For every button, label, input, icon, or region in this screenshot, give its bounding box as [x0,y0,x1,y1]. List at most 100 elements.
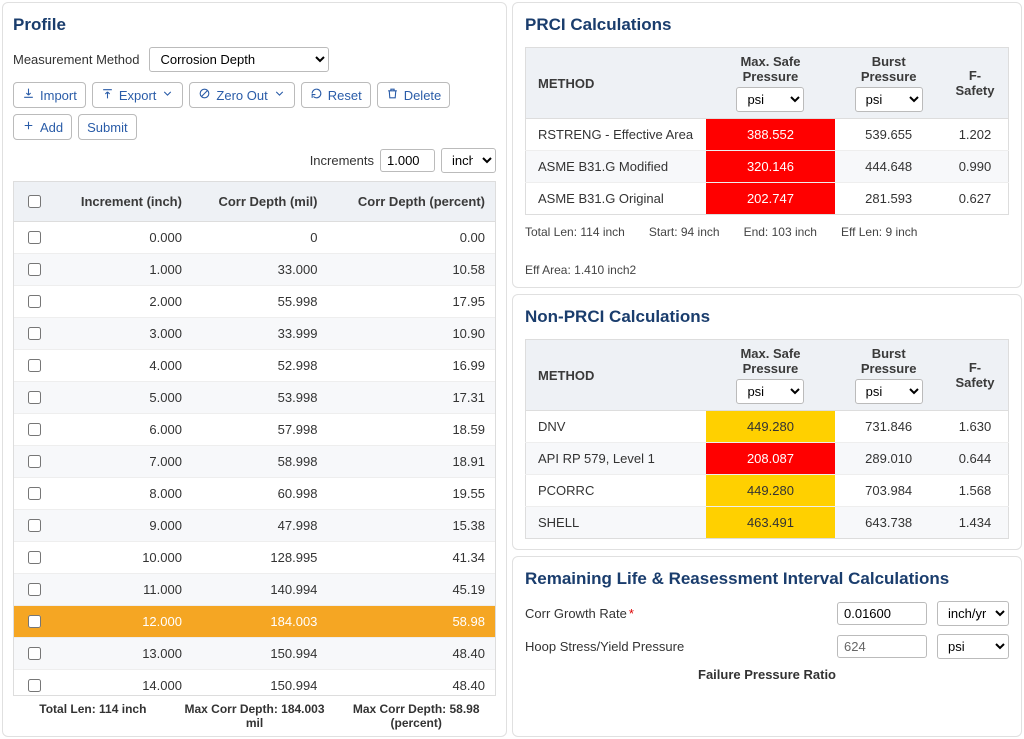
submit-button[interactable]: Submit [78,114,136,140]
row-checkbox[interactable] [28,615,41,628]
row-checkbox[interactable] [28,327,41,340]
row-checkbox[interactable] [28,263,41,276]
cell-corr-pct: 18.59 [327,414,495,446]
download-icon [22,87,35,103]
cell-corr-pct: 10.90 [327,318,495,350]
prci-summary: Total Len: 114 inch Start: 94 inch End: … [525,225,1009,277]
corr-rate-unit-select[interactable]: inch/yr [937,601,1009,626]
corr-rate-input[interactable] [837,602,927,625]
cell-safe-pressure: 202.747 [706,183,836,215]
cell-increment: 5.000 [54,382,192,414]
increments-input[interactable] [380,149,435,172]
col-fsafety: F-Safety [942,340,1009,411]
add-button[interactable]: Add [13,114,72,140]
cell-corr-mil: 52.998 [192,350,327,382]
measurement-method-select[interactable]: Corrosion Depth [149,47,329,72]
row-checkbox[interactable] [28,647,41,660]
table-row[interactable]: 4.00052.99816.99 [14,350,495,382]
zero-out-button[interactable]: Zero Out [189,82,294,108]
delete-button[interactable]: Delete [377,82,451,108]
cell-corr-mil: 150.994 [192,670,327,697]
cell-fsafety: 0.644 [942,443,1009,475]
prci-title: PRCI Calculations [525,15,1009,35]
row-checkbox[interactable] [28,583,41,596]
table-row[interactable]: 13.000150.99448.40 [14,638,495,670]
cell-corr-pct: 48.40 [327,670,495,697]
cell-method: ASME B31.G Modified [526,151,706,183]
cell-increment: 8.000 [54,478,192,510]
cell-corr-pct: 10.58 [327,254,495,286]
row-checkbox[interactable] [28,391,41,404]
row-checkbox[interactable] [28,231,41,244]
nonprci-panel: Non-PRCI Calculations METHOD Max. Safe P… [512,294,1022,550]
select-all-checkbox[interactable] [28,195,41,208]
table-row[interactable]: 1.00033.00010.58 [14,254,495,286]
cell-fsafety: 1.630 [942,411,1009,443]
prci-burst-unit-select[interactable]: psi [855,87,923,112]
table-row[interactable]: 5.00053.99817.31 [14,382,495,414]
col-increment: Increment (inch) [54,182,192,222]
cell-increment: 12.000 [54,606,192,638]
chevron-down-icon [273,87,286,103]
row-checkbox[interactable] [28,455,41,468]
row-checkbox[interactable] [28,551,41,564]
table-row[interactable]: 12.000184.00358.98 [14,606,495,638]
cell-method: DNV [526,411,706,443]
cell-fsafety: 1.434 [942,507,1009,539]
row-checkbox[interactable] [28,423,41,436]
cell-corr-pct: 48.40 [327,638,495,670]
cell-increment: 14.000 [54,670,192,697]
table-row[interactable]: 7.00058.99818.91 [14,446,495,478]
cell-burst-pressure: 289.010 [835,443,942,475]
row-checkbox[interactable] [28,295,41,308]
table-row[interactable]: 6.00057.99818.59 [14,414,495,446]
cell-method: API RP 579, Level 1 [526,443,706,475]
row-checkbox[interactable] [28,679,41,692]
nonprci-burst-unit-select[interactable]: psi [855,379,923,404]
table-row[interactable]: 9.00047.99815.38 [14,510,495,542]
upload-icon [101,87,114,103]
cell-burst-pressure: 703.984 [835,475,942,507]
table-row[interactable]: 10.000128.99541.34 [14,542,495,574]
cell-corr-mil: 0 [192,222,327,254]
measurement-method-label: Measurement Method [13,52,139,67]
col-burst: Burst Pressure psi [835,340,942,411]
table-row[interactable]: 2.00055.99817.95 [14,286,495,318]
row-checkbox[interactable] [28,519,41,532]
hoop-unit-select[interactable]: psi [937,634,1009,659]
cell-fsafety: 1.202 [942,119,1009,151]
table-row: RSTRENG - Effective Area388.552539.6551.… [526,119,1009,151]
export-button[interactable]: Export [92,82,184,108]
profile-grid-footer: Total Len: 114 inch Max Corr Depth: 184.… [13,696,496,730]
cell-safe-pressure: 449.280 [706,411,836,443]
cell-corr-pct: 15.38 [327,510,495,542]
table-row[interactable]: 0.00000.00 [14,222,495,254]
table-row[interactable]: 11.000140.99445.19 [14,574,495,606]
nonprci-title: Non-PRCI Calculations [525,307,1009,327]
increments-label: Increments [310,153,374,168]
col-method: METHOD [526,48,706,119]
nonprci-table: METHOD Max. Safe Pressure psi Burst Pres… [525,339,1009,539]
profile-grid[interactable]: Increment (inch) Corr Depth (mil) Corr D… [13,181,496,696]
cell-burst-pressure: 539.655 [835,119,942,151]
failure-pressure-ratio-title: Failure Pressure Ratio [525,667,1009,682]
row-checkbox[interactable] [28,359,41,372]
table-row[interactable]: 3.00033.99910.90 [14,318,495,350]
prci-safe-unit-select[interactable]: psi [736,87,804,112]
remaining-title: Remaining Life & Reasessment Interval Ca… [525,569,1009,589]
increments-unit-select[interactable]: inch [441,148,496,173]
chevron-down-icon [161,87,174,103]
reset-button[interactable]: Reset [301,82,371,108]
nonprci-safe-unit-select[interactable]: psi [736,379,804,404]
table-row[interactable]: 8.00060.99819.55 [14,478,495,510]
cell-increment: 7.000 [54,446,192,478]
row-checkbox[interactable] [28,487,41,500]
cell-safe-pressure: 320.146 [706,151,836,183]
prci-panel: PRCI Calculations METHOD Max. Safe Press… [512,2,1022,288]
cell-method: SHELL [526,507,706,539]
table-row[interactable]: 14.000150.99448.40 [14,670,495,697]
import-button[interactable]: Import [13,82,86,108]
cell-fsafety: 0.627 [942,183,1009,215]
cell-fsafety: 1.568 [942,475,1009,507]
cell-corr-mil: 128.995 [192,542,327,574]
